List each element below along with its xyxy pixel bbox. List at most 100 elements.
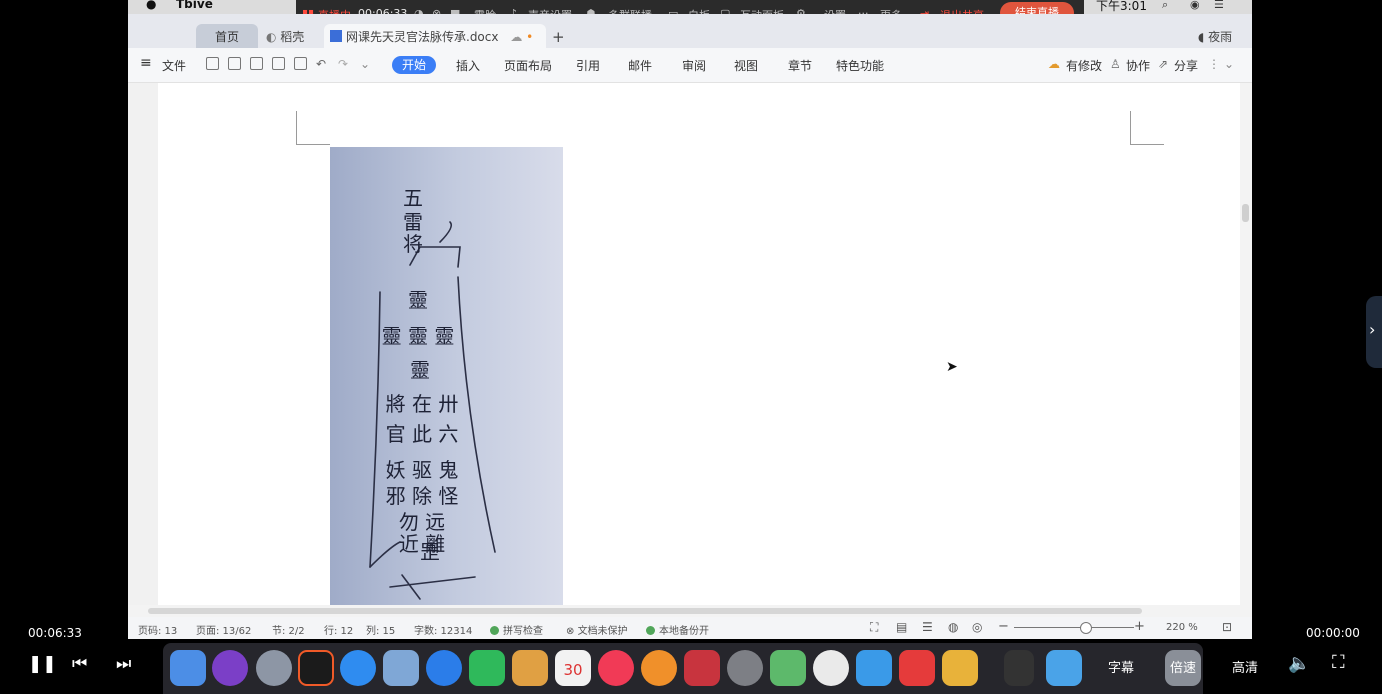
cloud-icon: ☁ — [510, 30, 523, 44]
save-icon[interactable] — [228, 57, 241, 70]
status-page-code[interactable]: 页码: 13 — [138, 622, 177, 637]
feishu-dock-icon[interactable] — [856, 650, 892, 686]
finder-dock-icon[interactable] — [170, 650, 206, 686]
modified-status[interactable]: 有修改 — [1066, 57, 1102, 74]
wps-tab-bar: 首页 ◐ 稻壳 网课先天灵官法脉传承.docx ☁ • + ◖ 夜雨 — [128, 14, 1252, 50]
zoom-out-icon[interactable]: − — [998, 619, 1009, 634]
preview-dock-icon[interactable] — [383, 650, 419, 686]
speed-button[interactable]: 倍速 — [1170, 657, 1196, 676]
side-panel-toggle[interactable]: › — [1366, 296, 1382, 368]
talisman-drawing: 五 雷 将 靈 靈 靈 靈 靈 將 在 卅 官 此 六 妖 驱 鬼 邪 除 怪 … — [369, 186, 496, 600]
more-options-icon[interactable]: ⋮ — [1208, 57, 1220, 71]
hamburger-menu-icon[interactable]: ≡ — [140, 55, 152, 71]
ribbon-tab-features[interactable]: 特色功能 — [836, 57, 884, 74]
app-store-dock-icon[interactable] — [340, 650, 376, 686]
music-dock-icon[interactable] — [598, 650, 634, 686]
tab-daoke[interactable]: ◐ 稻壳 — [266, 24, 304, 50]
horizontal-scroll-thumb[interactable] — [148, 608, 1142, 614]
undo-icon[interactable]: ↶ — [316, 57, 326, 71]
collapse-ribbon-icon[interactable]: ⌄ — [1224, 57, 1234, 71]
window-thumbnail-dock-icon[interactable] — [1004, 650, 1034, 686]
status-section[interactable]: 节: 2/2 — [272, 622, 305, 637]
calendar-dock-icon[interactable]: 30 — [555, 650, 591, 686]
night-mode-toggle[interactable]: ◖ 夜雨 — [1198, 24, 1232, 50]
previous-icon[interactable]: ⏮ — [72, 654, 87, 674]
export-pdf-icon[interactable] — [250, 57, 263, 70]
pause-icon[interactable]: ❚❚ — [28, 654, 57, 674]
share-button[interactable]: 分享 — [1174, 57, 1198, 74]
control-center-icon[interactable]: ☰ — [1214, 0, 1224, 11]
books-dock-icon[interactable] — [641, 650, 677, 686]
status-words[interactable]: 字数: 12314 — [414, 622, 472, 637]
redo-icon[interactable]: ↷ — [338, 57, 348, 71]
status-pages[interactable]: 页面: 13/62 — [196, 622, 251, 637]
talisman-line-1: 靈 — [408, 288, 428, 312]
notes-dock-icon[interactable] — [512, 650, 548, 686]
ribbon-tab-insert[interactable]: 插入 — [456, 57, 480, 74]
menubar-app-name[interactable]: Tbive — [176, 0, 213, 11]
spell-check-icon — [490, 626, 499, 635]
status-col[interactable]: 列: 15 — [366, 622, 395, 637]
photos-dock-icon[interactable] — [813, 650, 849, 686]
document-page[interactable]: ➤ — [158, 83, 1240, 605]
backup-toggle[interactable]: 本地备份开 — [646, 622, 709, 637]
siri-dock-icon[interactable] — [212, 650, 248, 686]
vertical-scroll-thumb[interactable] — [1242, 204, 1249, 222]
new-tab-button[interactable]: + — [552, 24, 565, 50]
apple-icon[interactable]: ● — [146, 0, 156, 11]
protect-status[interactable]: ⊗ 文档未保护 — [566, 622, 628, 637]
page-view-icon[interactable]: ▤ — [896, 620, 907, 634]
app-dock-icon[interactable] — [942, 650, 978, 686]
print-preview-icon[interactable] — [294, 57, 307, 70]
volume-icon[interactable]: 🔈 — [1288, 653, 1310, 674]
office-dock-icon[interactable] — [298, 650, 334, 686]
zoom-slider-thumb[interactable] — [1080, 622, 1092, 634]
ribbon-tab-layout[interactable]: 页面布局 — [504, 57, 552, 74]
tab-home[interactable]: 首页 — [196, 24, 258, 50]
zoom-in-icon[interactable]: + — [1134, 619, 1145, 634]
share-icon: ⇗ — [1158, 57, 1169, 71]
current-time: 00:06:33 — [28, 626, 82, 640]
open-folder-icon[interactable] — [206, 57, 219, 70]
talisman-line-10: 罡 — [420, 540, 440, 564]
fit-page-icon[interactable]: ⊡ — [1222, 620, 1232, 634]
file-menu[interactable]: 文件 — [162, 57, 186, 74]
zoom-slider[interactable] — [1014, 627, 1134, 628]
spell-check-toggle[interactable]: 拼写检查 — [490, 622, 543, 637]
launchpad-dock-icon[interactable] — [256, 650, 292, 686]
safari-dock-icon[interactable] — [426, 650, 462, 686]
quick-access-dropdown-icon[interactable]: ⌄ — [360, 57, 370, 71]
ribbon-tab-chapter[interactable]: 章节 — [788, 57, 812, 74]
collaborate-button[interactable]: 协作 — [1126, 57, 1150, 74]
system-preferences-dock-icon[interactable] — [727, 650, 763, 686]
ribbon-tab-mail[interactable]: 邮件 — [628, 57, 652, 74]
ribbon-tab-start[interactable]: 开始 — [392, 56, 436, 74]
outline-view-icon[interactable]: ☰ — [922, 620, 933, 634]
next-icon[interactable]: ⏭ — [116, 654, 131, 674]
photobooth-dock-icon[interactable] — [684, 650, 720, 686]
spotlight-icon[interactable]: ⌕ — [1162, 0, 1168, 12]
mouse-cursor-icon: ➤ — [946, 359, 958, 375]
zoom-level[interactable]: 220 % — [1166, 622, 1198, 633]
vertical-scrollbar[interactable] — [1240, 83, 1252, 605]
tab-document[interactable]: 网课先天灵官法脉传承.docx ☁ • — [324, 24, 546, 50]
folder-dock-icon[interactable] — [1046, 650, 1082, 686]
fullscreen-icon[interactable]: ⛶ — [870, 620, 878, 635]
fullscreen-toggle-icon[interactable]: ⛶ — [1332, 652, 1345, 673]
quality-button[interactable]: 高清 — [1232, 657, 1258, 676]
eye-protect-icon[interactable]: ◎ — [972, 620, 982, 634]
maps-dock-icon[interactable] — [770, 650, 806, 686]
print-icon[interactable] — [272, 57, 285, 70]
siri-icon[interactable]: ◉ — [1190, 0, 1200, 11]
talisman-line-7: 邪 除 怪 — [386, 484, 459, 508]
ribbon-tab-view[interactable]: 视图 — [734, 57, 758, 74]
subtitle-button[interactable]: 字幕 — [1108, 657, 1134, 676]
messages-dock-icon[interactable] — [469, 650, 505, 686]
web-view-icon[interactable]: ◍ — [948, 620, 958, 634]
status-row[interactable]: 行: 12 — [324, 622, 353, 637]
wps-dock-icon[interactable] — [899, 650, 935, 686]
ribbon-tab-references[interactable]: 引用 — [576, 57, 600, 74]
ribbon-tab-review[interactable]: 审阅 — [682, 57, 706, 74]
talisman-image[interactable]: 五 雷 将 靈 靈 靈 靈 靈 將 在 卅 官 此 六 妖 驱 鬼 邪 除 怪 … — [330, 147, 563, 606]
talisman-char-wu: 五 — [403, 186, 423, 210]
